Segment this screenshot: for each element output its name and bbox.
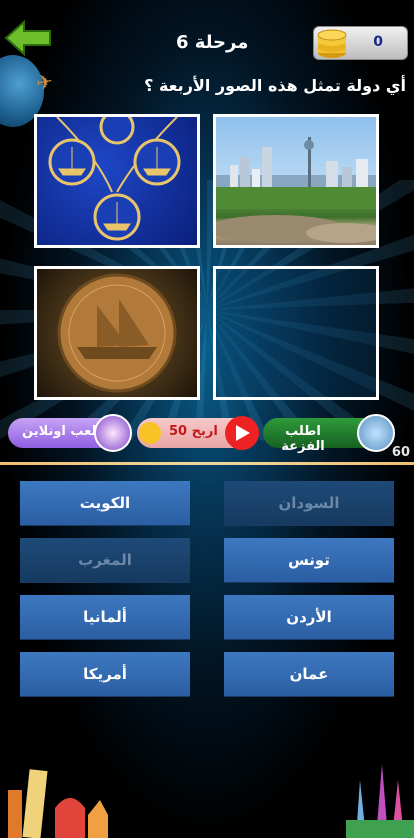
coin-stack-icon	[317, 29, 347, 58]
answer-option-6[interactable]: ألمانيا	[20, 595, 190, 639]
landmarks-left-icon	[8, 769, 108, 838]
question-text: أي دولة تمثل هذه الصور الأربعة ؟	[144, 76, 406, 95]
back-arrow-icon	[4, 19, 51, 57]
skyline-icon	[216, 137, 376, 243]
play-video-icon	[225, 416, 259, 450]
friends-icon	[357, 414, 395, 452]
level-label: مرحلة 6	[176, 32, 249, 53]
answer-option-2[interactable]: الكويت	[20, 481, 190, 525]
answer-option-1[interactable]: السودان	[224, 481, 394, 525]
earn-coins-button[interactable]: اربح 50	[137, 416, 259, 450]
play-online-label: العب اونلاين	[22, 424, 101, 439]
answer-option-3[interactable]: تونس	[224, 538, 394, 582]
image-tile-4	[213, 266, 379, 400]
coins-counter: 0	[313, 26, 408, 60]
back-button[interactable]	[4, 19, 52, 57]
image-tile-2	[213, 114, 379, 248]
action-bar: اطلب الفزعة اربح 50 العب اونلاين	[0, 414, 414, 454]
answer-option-4[interactable]: المغرب	[20, 538, 190, 582]
jewelry-icon	[48, 117, 181, 241]
smile-coin-icon	[139, 422, 161, 444]
ask-help-label: اطلب الفزعة	[281, 424, 325, 454]
online-players-icon	[94, 414, 132, 452]
landmarks-right-icon	[346, 764, 414, 838]
hints-counter: 60	[391, 445, 410, 460]
image-tile-1	[34, 114, 200, 248]
answer-option-5[interactable]: الأردن	[224, 595, 394, 639]
coin-count: 0	[373, 34, 383, 50]
play-online-button[interactable]: العب اونلاين	[8, 414, 132, 452]
answer-option-8[interactable]: أمريكا	[20, 652, 190, 696]
divider	[0, 462, 414, 465]
image-tile-3	[34, 266, 200, 400]
answer-option-7[interactable]: عمان	[224, 652, 394, 696]
earn-label: اربح 50	[169, 424, 218, 439]
coin-icon	[57, 273, 177, 393]
ask-help-button[interactable]: اطلب الفزعة	[263, 414, 395, 454]
